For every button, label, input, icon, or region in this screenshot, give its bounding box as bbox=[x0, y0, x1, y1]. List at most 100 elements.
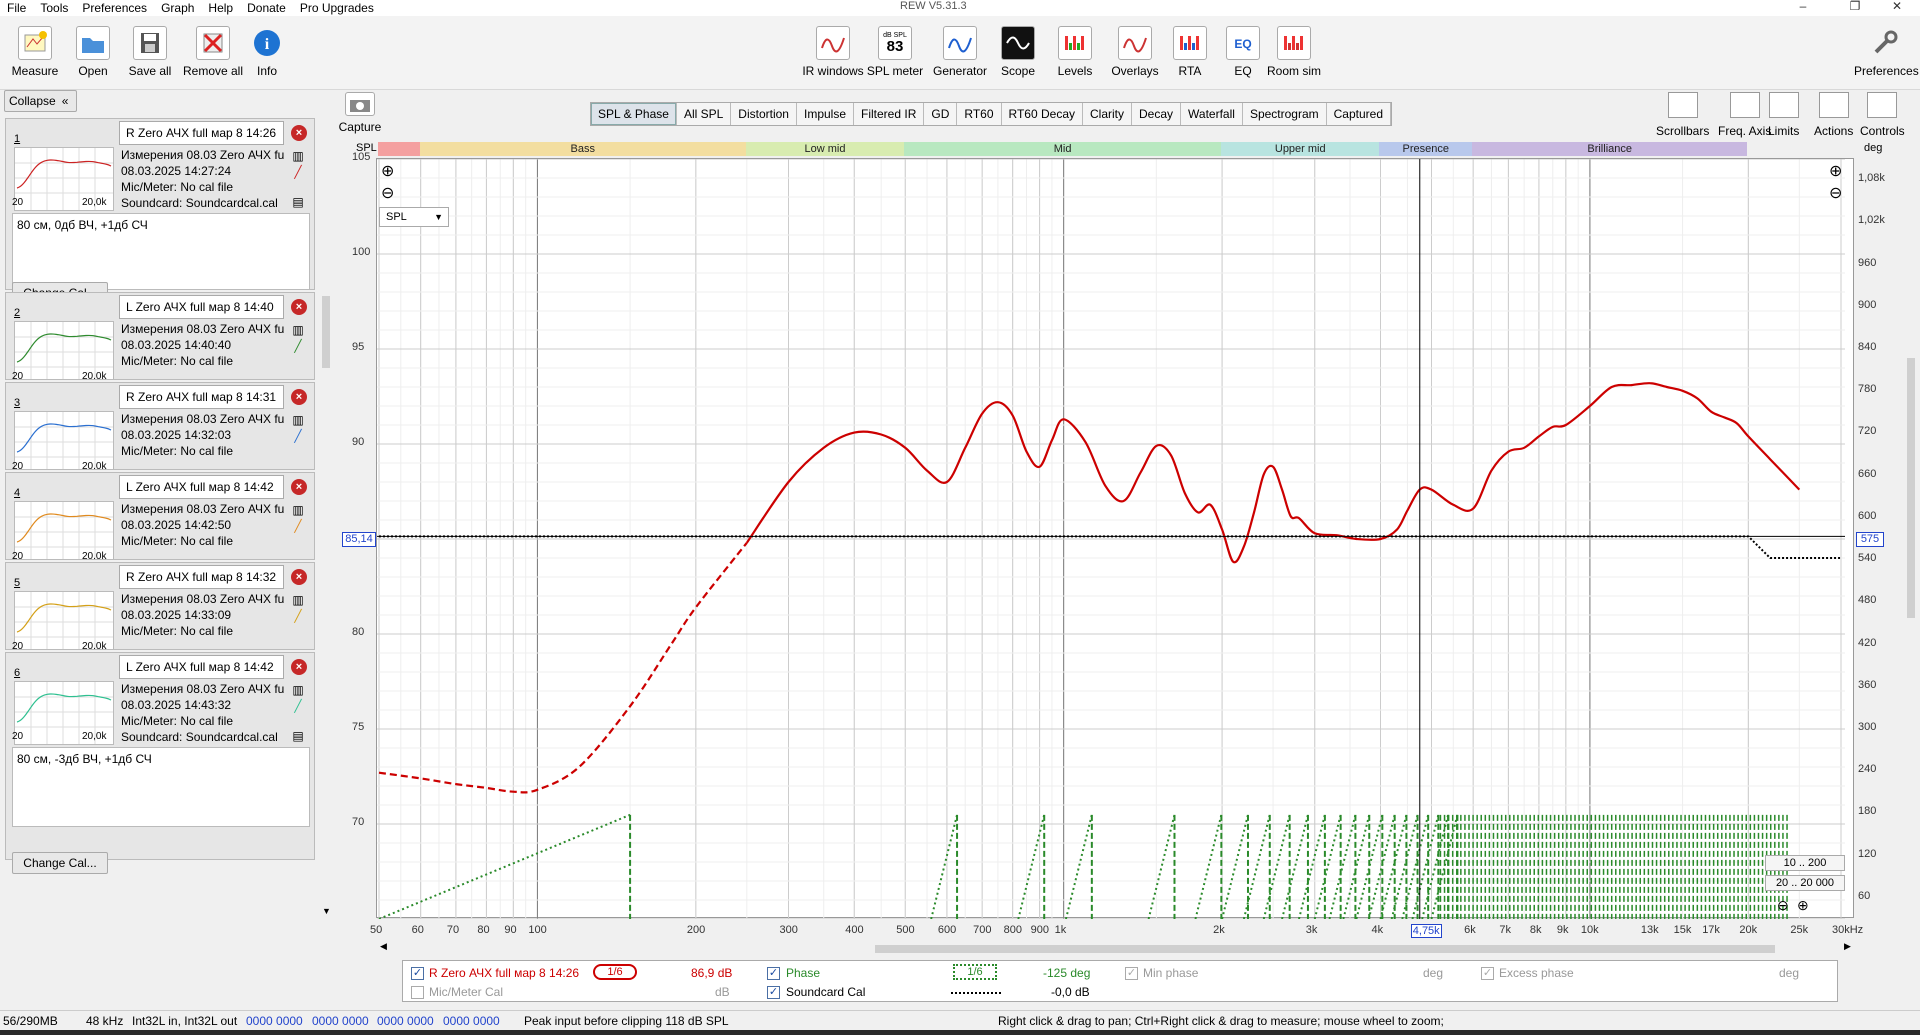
tab-decay[interactable]: Decay bbox=[1132, 103, 1182, 125]
maximize-icon[interactable]: ❐ bbox=[1832, 0, 1878, 14]
menu-preferences[interactable]: Preferences bbox=[75, 1, 154, 15]
scrollbars-button[interactable]: Scrollbars bbox=[1656, 92, 1709, 138]
tab-gd[interactable]: GD bbox=[924, 103, 958, 125]
range-button-10-200[interactable]: 10 .. 200 bbox=[1765, 855, 1845, 871]
measurement-name-field[interactable]: L Zero АЧХ full мар 8 14:42 bbox=[119, 655, 284, 679]
series-selector[interactable]: SPL ▼ bbox=[379, 207, 449, 227]
tab-rt60[interactable]: RT60 bbox=[957, 103, 1002, 125]
ir-windows-button[interactable]: IR windows bbox=[801, 26, 865, 78]
menu-tools[interactable]: Tools bbox=[33, 1, 75, 15]
tab-spl-phase[interactable]: SPL & Phase bbox=[591, 103, 677, 125]
collapse-button[interactable]: Collapse « bbox=[4, 90, 77, 112]
room-sim-button[interactable]: Room sim bbox=[1264, 26, 1324, 78]
actions-button[interactable]: Actions bbox=[1814, 92, 1853, 138]
remove-measurement-icon[interactable]: × bbox=[291, 125, 307, 141]
capture-button[interactable]: Capture bbox=[338, 92, 382, 134]
menu-graph[interactable]: Graph bbox=[154, 1, 201, 15]
tab-filtered-ir[interactable]: Filtered IR bbox=[854, 103, 925, 125]
measurement-name-field[interactable]: R Zero АЧХ full мар 8 14:31 bbox=[119, 385, 284, 409]
remove-measurement-icon[interactable]: × bbox=[291, 569, 307, 585]
measure-button[interactable]: Measure bbox=[10, 26, 60, 78]
excess-phase-checkbox[interactable]: ✓ bbox=[1481, 967, 1494, 980]
min-phase-checkbox[interactable]: ✓ bbox=[1125, 967, 1138, 980]
line-color-icon[interactable]: ╱ bbox=[291, 609, 305, 623]
chart-icon[interactable]: ▥ bbox=[291, 593, 305, 607]
eq-button[interactable]: EQ EQ bbox=[1223, 26, 1263, 78]
menu-donate[interactable]: Donate bbox=[240, 1, 293, 15]
tab-rt60-decay[interactable]: RT60 Decay bbox=[1002, 103, 1083, 125]
memory-usage[interactable]: 56/290MB bbox=[3, 1014, 58, 1028]
vertical-scrollbar[interactable] bbox=[1905, 158, 1917, 918]
mic-cal-checkbox[interactable] bbox=[411, 986, 424, 999]
chart-icon[interactable]: ▥ bbox=[291, 503, 305, 517]
spl-phase-graph[interactable]: SPL ▼ ⊕ ⊖ ⊕ ⊖ 10 .. 200 20 .. 20 000 ⊖ ⊕ bbox=[376, 158, 1855, 920]
series-1-smoothing[interactable]: 1/6 bbox=[593, 964, 637, 980]
measurement-card[interactable]: L Zero АЧХ full мар 8 14:40 × 2 20 20,0k Изме… bbox=[5, 292, 315, 380]
line-color-icon[interactable]: ╱ bbox=[291, 519, 305, 533]
tab-spectrogram[interactable]: Spectrogram bbox=[1243, 103, 1327, 125]
info-button[interactable]: i Info bbox=[250, 26, 284, 78]
scroll-down-icon[interactable]: ▼ bbox=[322, 906, 331, 916]
tab-impulse[interactable]: Impulse bbox=[797, 103, 855, 125]
tab-distortion[interactable]: Distortion bbox=[731, 103, 797, 125]
measurement-notes[interactable]: 80 см, 0дб ВЧ, +1дб СЧ bbox=[12, 213, 310, 289]
change-cal-button[interactable]: Change Cal... bbox=[12, 852, 108, 874]
remove-measurement-icon[interactable]: × bbox=[291, 479, 307, 495]
scope-button[interactable]: Scope bbox=[996, 26, 1040, 78]
remove-measurement-icon[interactable]: × bbox=[291, 659, 307, 675]
measurement-card[interactable]: L Zero АЧХ full мар 8 14:42 × 4 20 20,0k Изме… bbox=[5, 472, 315, 560]
rta-button[interactable]: RTA bbox=[1170, 26, 1210, 78]
chart-icon[interactable]: ▥ bbox=[291, 149, 305, 163]
soundcard-cal-checkbox[interactable]: ✓ bbox=[767, 986, 780, 999]
chart-icon[interactable]: ▥ bbox=[291, 413, 305, 427]
preferences-button[interactable]: Preferences bbox=[1854, 26, 1919, 78]
tab-all-spl[interactable]: All SPL bbox=[677, 103, 732, 125]
save-all-button[interactable]: Save all bbox=[122, 26, 178, 78]
phase-checkbox[interactable]: ✓ bbox=[767, 967, 780, 980]
series-1-checkbox[interactable]: ✓ bbox=[411, 967, 424, 980]
open-button[interactable]: Open bbox=[68, 26, 118, 78]
line-color-icon[interactable]: ╱ bbox=[291, 699, 305, 713]
measurement-name-field[interactable]: L Zero АЧХ full мар 8 14:40 bbox=[119, 295, 284, 319]
remove-measurement-icon[interactable]: × bbox=[291, 299, 307, 315]
controls-button[interactable]: Controls bbox=[1860, 92, 1905, 138]
tab-clarity[interactable]: Clarity bbox=[1083, 103, 1133, 125]
levels-button[interactable]: Levels bbox=[1053, 26, 1097, 78]
limits-button[interactable]: Limits bbox=[1768, 92, 1799, 138]
chart-icon[interactable]: ▥ bbox=[291, 323, 305, 337]
zoom-in-freq-icon[interactable]: ⊕ bbox=[1797, 897, 1809, 914]
measurement-card[interactable]: R Zero АЧХ full мар 8 14:26 × 1 20 20,0k Изме… bbox=[5, 118, 315, 290]
overlays-button[interactable]: Overlays bbox=[1108, 26, 1162, 78]
horizontal-scrollbar[interactable] bbox=[380, 944, 1854, 954]
tab-waterfall[interactable]: Waterfall bbox=[1181, 103, 1243, 125]
generator-button[interactable]: Generator bbox=[930, 26, 990, 78]
remove-all-button[interactable]: Remove all bbox=[182, 26, 244, 78]
menu-pro-upgrades[interactable]: Pro Upgrades bbox=[293, 1, 381, 15]
line-color-icon[interactable]: ╱ bbox=[291, 429, 305, 443]
measurement-name-field[interactable]: R Zero АЧХ full мар 8 14:32 bbox=[119, 565, 284, 589]
measurement-name-field[interactable]: R Zero АЧХ full мар 8 14:26 bbox=[119, 121, 284, 145]
measurement-card[interactable]: R Zero АЧХ full мар 8 14:31 × 3 20 20,0k Изме… bbox=[5, 382, 315, 470]
measurement-notes[interactable]: 80 см, -3дб ВЧ, +1дб СЧ bbox=[12, 747, 310, 827]
remove-measurement-icon[interactable]: × bbox=[291, 389, 307, 405]
zoom-out-left-icon[interactable]: ⊖ bbox=[381, 183, 394, 203]
document-icon[interactable]: ▤ bbox=[291, 195, 305, 209]
spl-meter-button[interactable]: dB SPL 83 SPL meter bbox=[865, 26, 925, 78]
chart-svg[interactable] bbox=[377, 158, 1855, 920]
measurement-card[interactable]: L Zero АЧХ full мар 8 14:42 × 6 20 20,0k Изме… bbox=[5, 652, 315, 860]
close-icon[interactable]: ✕ bbox=[1874, 0, 1920, 14]
document-icon[interactable]: ▤ bbox=[291, 729, 305, 743]
chart-icon[interactable]: ▥ bbox=[291, 683, 305, 697]
freq-axis-button[interactable]: Freq. Axis bbox=[1718, 92, 1771, 138]
menu-file[interactable]: File bbox=[0, 1, 33, 15]
scroll-left-icon[interactable]: ◀ bbox=[380, 941, 387, 952]
zoom-out-freq-icon[interactable]: ⊖ bbox=[1777, 897, 1789, 914]
measurement-name-field[interactable]: L Zero АЧХ full мар 8 14:42 bbox=[119, 475, 284, 499]
phase-smoothing[interactable]: 1/6 bbox=[953, 964, 997, 980]
line-color-icon[interactable]: ╱ bbox=[291, 339, 305, 353]
zoom-in-left-icon[interactable]: ⊕ bbox=[381, 161, 394, 181]
line-color-icon[interactable]: ╱ bbox=[291, 165, 305, 179]
zoom-out-right-icon[interactable]: ⊖ bbox=[1829, 183, 1842, 203]
scroll-right-icon[interactable]: ▶ bbox=[1844, 941, 1851, 952]
menu-help[interactable]: Help bbox=[201, 1, 240, 15]
